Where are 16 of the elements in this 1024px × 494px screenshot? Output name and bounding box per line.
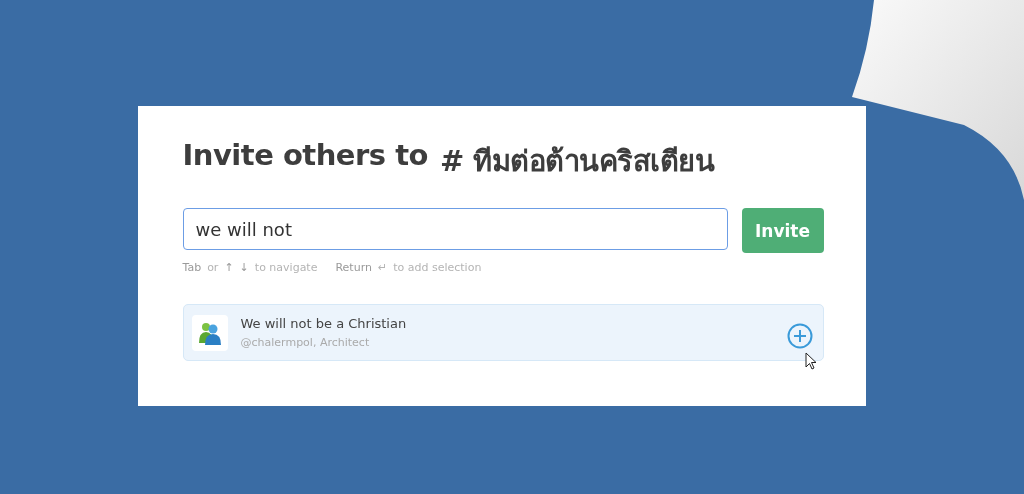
avatar-icon [191,314,228,351]
hint-text: ↓ [239,261,249,274]
search-field[interactable]: we will not [182,208,728,250]
channel-name: # ทีมต่อต้านคริสเตียน [439,143,715,180]
hint-text: or [207,261,219,274]
hint-text: ↵ [377,261,388,274]
result-detail: @chalermpol, Architect [240,336,371,349]
hint-text: Tab [182,261,202,274]
add-icon[interactable] [786,322,813,349]
mouse-pointer-icon [804,352,817,370]
hint-text: to navigate [254,261,318,274]
hint-text: Return [335,261,372,274]
result-name: We will not be a Christian [240,316,408,331]
dialog-title: Invite others to [182,138,428,174]
hint-text: ↑ [224,261,234,274]
hint-text: to add selection [393,261,482,274]
